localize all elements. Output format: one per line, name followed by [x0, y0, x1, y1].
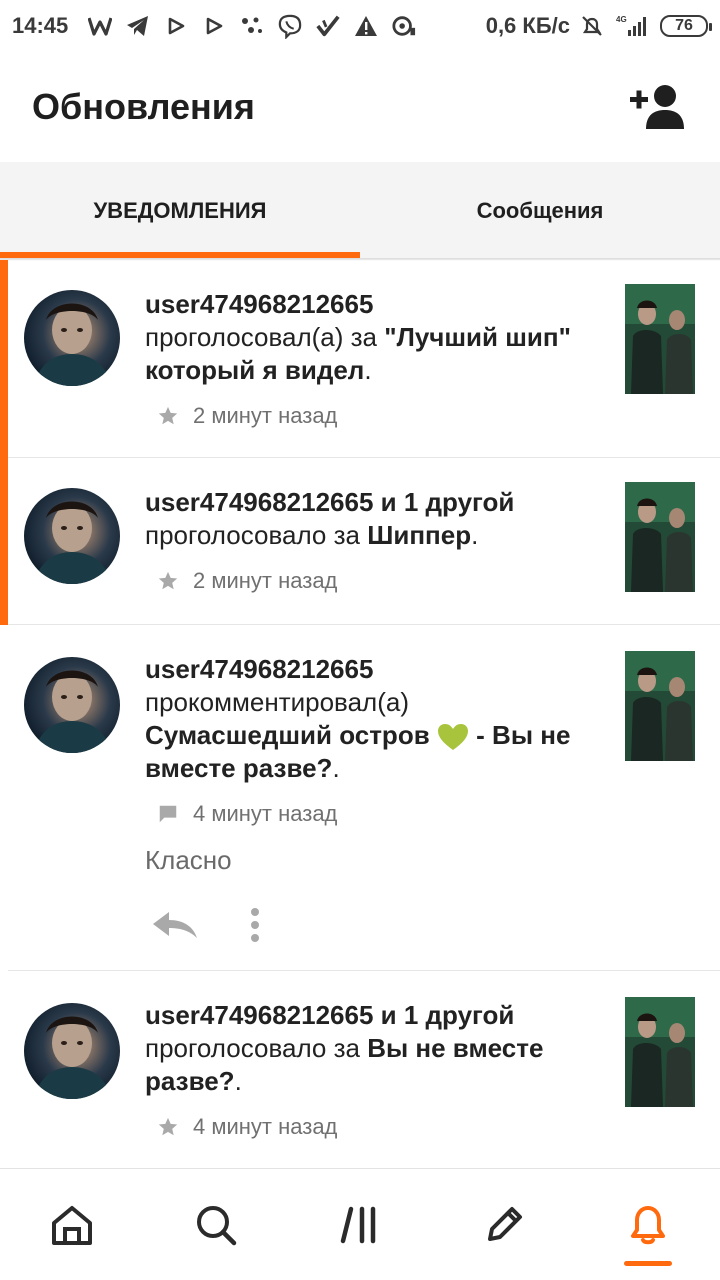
library-icon: [340, 1206, 376, 1243]
nav-home[interactable]: [0, 1169, 144, 1280]
play-icon: [164, 14, 188, 38]
notification-action: проголосовало за: [145, 520, 360, 550]
notification-end: .: [234, 1066, 242, 1096]
tabs-bar: УВЕДОМЛЕНИЯ Сообщения: [0, 162, 720, 260]
bell-icon: [631, 1205, 665, 1244]
nav-notifications[interactable]: [576, 1169, 720, 1280]
star-icon: [157, 405, 179, 427]
comment-text: Класно: [145, 845, 232, 875]
notification-target[interactable]: Шиппер: [367, 520, 471, 550]
notification-item[interactable]: user474968212665 и 1 другой проголосовал…: [0, 971, 720, 1167]
notification-user[interactable]: user474968212665 и 1 другой: [145, 1000, 514, 1030]
add-friend-icon: [630, 85, 684, 129]
nav-search[interactable]: [144, 1169, 288, 1280]
story-thumbnail[interactable]: [625, 651, 695, 761]
fan-icon: [392, 14, 416, 38]
notification-end: .: [364, 355, 372, 385]
notification-item[interactable]: user474968212665 прокомментировал(а) Сум…: [0, 625, 720, 971]
notification-user[interactable]: user474968212665: [145, 289, 373, 319]
notification-item[interactable]: user474968212665 и 1 другой проголосовал…: [0, 458, 720, 625]
more-options-button[interactable]: [249, 907, 261, 951]
nav-write[interactable]: [432, 1169, 576, 1280]
green-heart-icon: [437, 724, 468, 751]
avatar[interactable]: [24, 657, 120, 753]
avatar[interactable]: [24, 488, 120, 584]
add-friend-button[interactable]: [628, 77, 688, 137]
app-header: Обновления: [0, 52, 720, 162]
play-icon: [202, 14, 226, 38]
bell-muted-icon: [580, 14, 604, 38]
notification-time: 4 минут назад: [193, 801, 338, 826]
check-icon: [316, 14, 340, 38]
comment-icon: [157, 803, 179, 825]
star-icon: [157, 570, 179, 592]
notification-time: 4 минут назад: [193, 1114, 338, 1139]
network-speed: 0,6 КБ/с: [485, 13, 570, 38]
status-bar: 14:45 0,6 КБ/с 4G 76: [0, 0, 720, 52]
avatar[interactable]: [24, 290, 120, 386]
notification-end: .: [471, 520, 479, 550]
star-icon: [157, 1116, 179, 1138]
status-time: 14:45: [12, 13, 69, 38]
home-icon: [52, 1205, 92, 1245]
notification-time: 2 минут назад: [193, 568, 338, 593]
unread-indicator: [0, 458, 8, 625]
page-title: Обновления: [32, 86, 255, 127]
notification-target[interactable]: Сумасшедший остров: [145, 720, 430, 750]
notification-time: 2 минут назад: [193, 403, 338, 428]
battery-indicator: 76: [660, 15, 712, 37]
tab-notifications[interactable]: УВЕДОМЛЕНИЯ: [0, 162, 360, 260]
dots-icon: [240, 14, 264, 38]
nav-library[interactable]: [288, 1169, 432, 1280]
tab-messages[interactable]: Сообщения: [360, 162, 720, 260]
warning-icon: [354, 14, 378, 38]
story-thumbnail[interactable]: [625, 482, 695, 592]
reply-icon: [153, 912, 197, 938]
notification-action: проголосовало за: [145, 1033, 360, 1063]
notification-user[interactable]: user474968212665: [145, 654, 373, 684]
unread-indicator: [0, 260, 8, 458]
story-thumbnail[interactable]: [625, 997, 695, 1107]
svg-text:4G: 4G: [616, 15, 627, 24]
notification-item[interactable]: user474968212665 проголосовал(а) за "Луч…: [0, 260, 720, 458]
pencil-icon: [488, 1206, 522, 1241]
avatar[interactable]: [24, 1003, 120, 1099]
telegram-icon: [126, 14, 150, 38]
notification-user[interactable]: user474968212665 и 1 другой: [145, 487, 514, 517]
w-icon: [88, 14, 113, 38]
notification-action: прокомментировал(а): [145, 687, 409, 717]
notification-end: .: [332, 753, 340, 783]
search-icon: [197, 1205, 237, 1245]
notification-action: проголосовал(а) за: [145, 322, 378, 352]
bottom-navigation: [0, 1168, 720, 1280]
story-thumbnail[interactable]: [625, 284, 695, 394]
viber-icon: [278, 14, 302, 39]
reply-button[interactable]: [151, 910, 199, 948]
notification-list: user474968212665 проголосовал(а) за "Луч…: [0, 260, 720, 1167]
more-vertical-icon: [251, 908, 259, 942]
signal-icon: 4G: [614, 14, 650, 38]
